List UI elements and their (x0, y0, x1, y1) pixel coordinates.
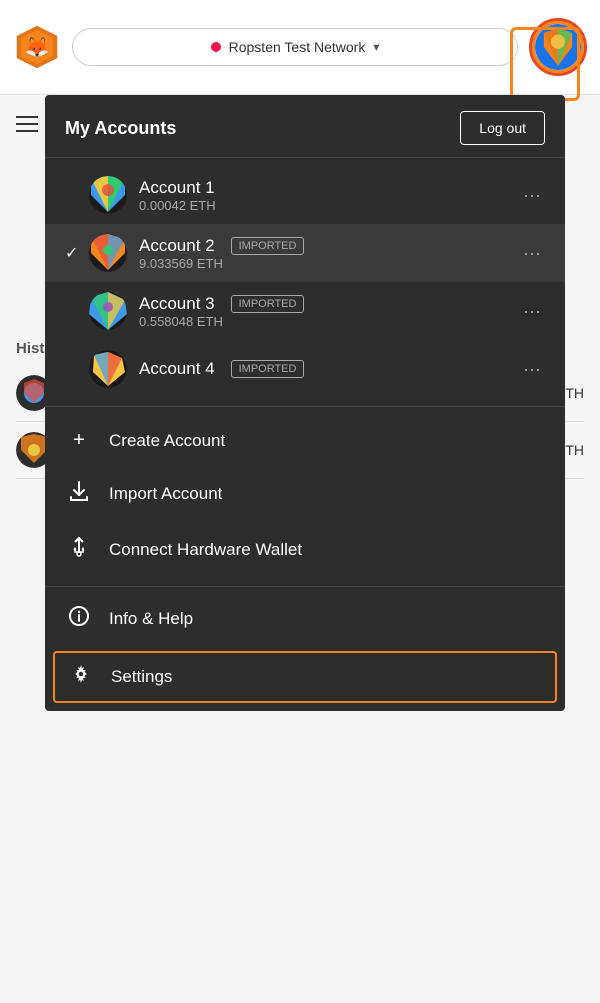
menu-header: My Accounts Log out (45, 95, 565, 158)
account-details-1: Account 1 0.00042 ETH (139, 178, 519, 213)
create-account-item[interactable]: + Create Account (45, 415, 565, 466)
account-avatar-2 (89, 234, 127, 272)
import-account-label: Import Account (109, 484, 222, 504)
account-avatar-4 (89, 350, 127, 388)
account-name-4: Account 4 (139, 359, 215, 379)
connect-hardware-label: Connect Hardware Wallet (109, 540, 302, 560)
imported-badge-3: IMPORTED (231, 295, 305, 313)
metamask-logo: 🦊 (12, 22, 62, 72)
account-list: Account 1 0.00042 ETH ··· ✓ Account 2 (45, 158, 565, 407)
accounts-menu: My Accounts Log out Account 1 0.00042 ET… (45, 95, 565, 711)
account-name-1: Account 1 (139, 178, 519, 198)
usb-icon (65, 536, 93, 564)
account-avatar-1 (89, 176, 127, 214)
account-avatar-button[interactable] (532, 21, 584, 73)
account-item-2[interactable]: ✓ Account 2 IMPORTED 9.033569 ETH ··· (45, 224, 565, 282)
settings-item[interactable]: Settings (53, 651, 557, 703)
menu-actions: + Create Account Import Account (45, 407, 565, 587)
chevron-down-icon: ▾ (373, 40, 379, 54)
hamburger-menu[interactable] (16, 111, 38, 137)
account-item-4[interactable]: Account 4 IMPORTED ··· (45, 340, 565, 398)
info-help-label: Info & Help (109, 609, 193, 629)
account-balance-1: 0.00042 ETH (139, 198, 519, 213)
network-label: Ropsten Test Network (229, 39, 366, 55)
account-details-3: Account 3 IMPORTED 0.558048 ETH (139, 294, 519, 329)
account-more-3[interactable]: ··· (519, 297, 545, 326)
info-icon (65, 605, 93, 633)
menu-title: My Accounts (65, 118, 176, 139)
imported-badge-4: IMPORTED (231, 360, 305, 378)
import-account-item[interactable]: Import Account (45, 466, 565, 522)
import-account-icon (65, 480, 93, 508)
settings-label: Settings (111, 667, 172, 687)
gear-icon (67, 663, 95, 691)
svg-text:🦊: 🦊 (25, 36, 50, 59)
selected-indicator-2: ✓ (65, 243, 89, 263)
create-account-label: Create Account (109, 431, 225, 451)
account-details-2: Account 2 IMPORTED 9.033569 ETH (139, 236, 519, 271)
account-name-2: Account 2 (139, 236, 215, 256)
account-more-4[interactable]: ··· (519, 355, 545, 384)
imported-badge-2: IMPORTED (231, 237, 305, 255)
account-balance-3: 0.558048 ETH (139, 314, 519, 329)
network-selector[interactable]: Ropsten Test Network ▾ (72, 28, 518, 66)
connect-hardware-item[interactable]: Connect Hardware Wallet (45, 522, 565, 578)
account-item-1[interactable]: Account 1 0.00042 ETH ··· (45, 166, 565, 224)
account-more-1[interactable]: ··· (519, 181, 545, 210)
account-item-3[interactable]: Account 3 IMPORTED 0.558048 ETH ··· (45, 282, 565, 340)
account-avatar-3 (89, 292, 127, 330)
network-status-dot (211, 42, 221, 52)
menu-bottom: Info & Help Settings (45, 587, 565, 711)
info-help-item[interactable]: Info & Help (45, 591, 565, 647)
logout-button[interactable]: Log out (460, 111, 545, 145)
account-balance-2: 9.033569 ETH (139, 256, 519, 271)
create-account-icon: + (65, 429, 93, 452)
account-more-2[interactable]: ··· (519, 239, 545, 268)
account-details-4: Account 4 IMPORTED (139, 359, 519, 379)
top-bar: 🦊 Ropsten Test Network ▾ (0, 0, 600, 95)
account-name-3: Account 3 (139, 294, 215, 314)
